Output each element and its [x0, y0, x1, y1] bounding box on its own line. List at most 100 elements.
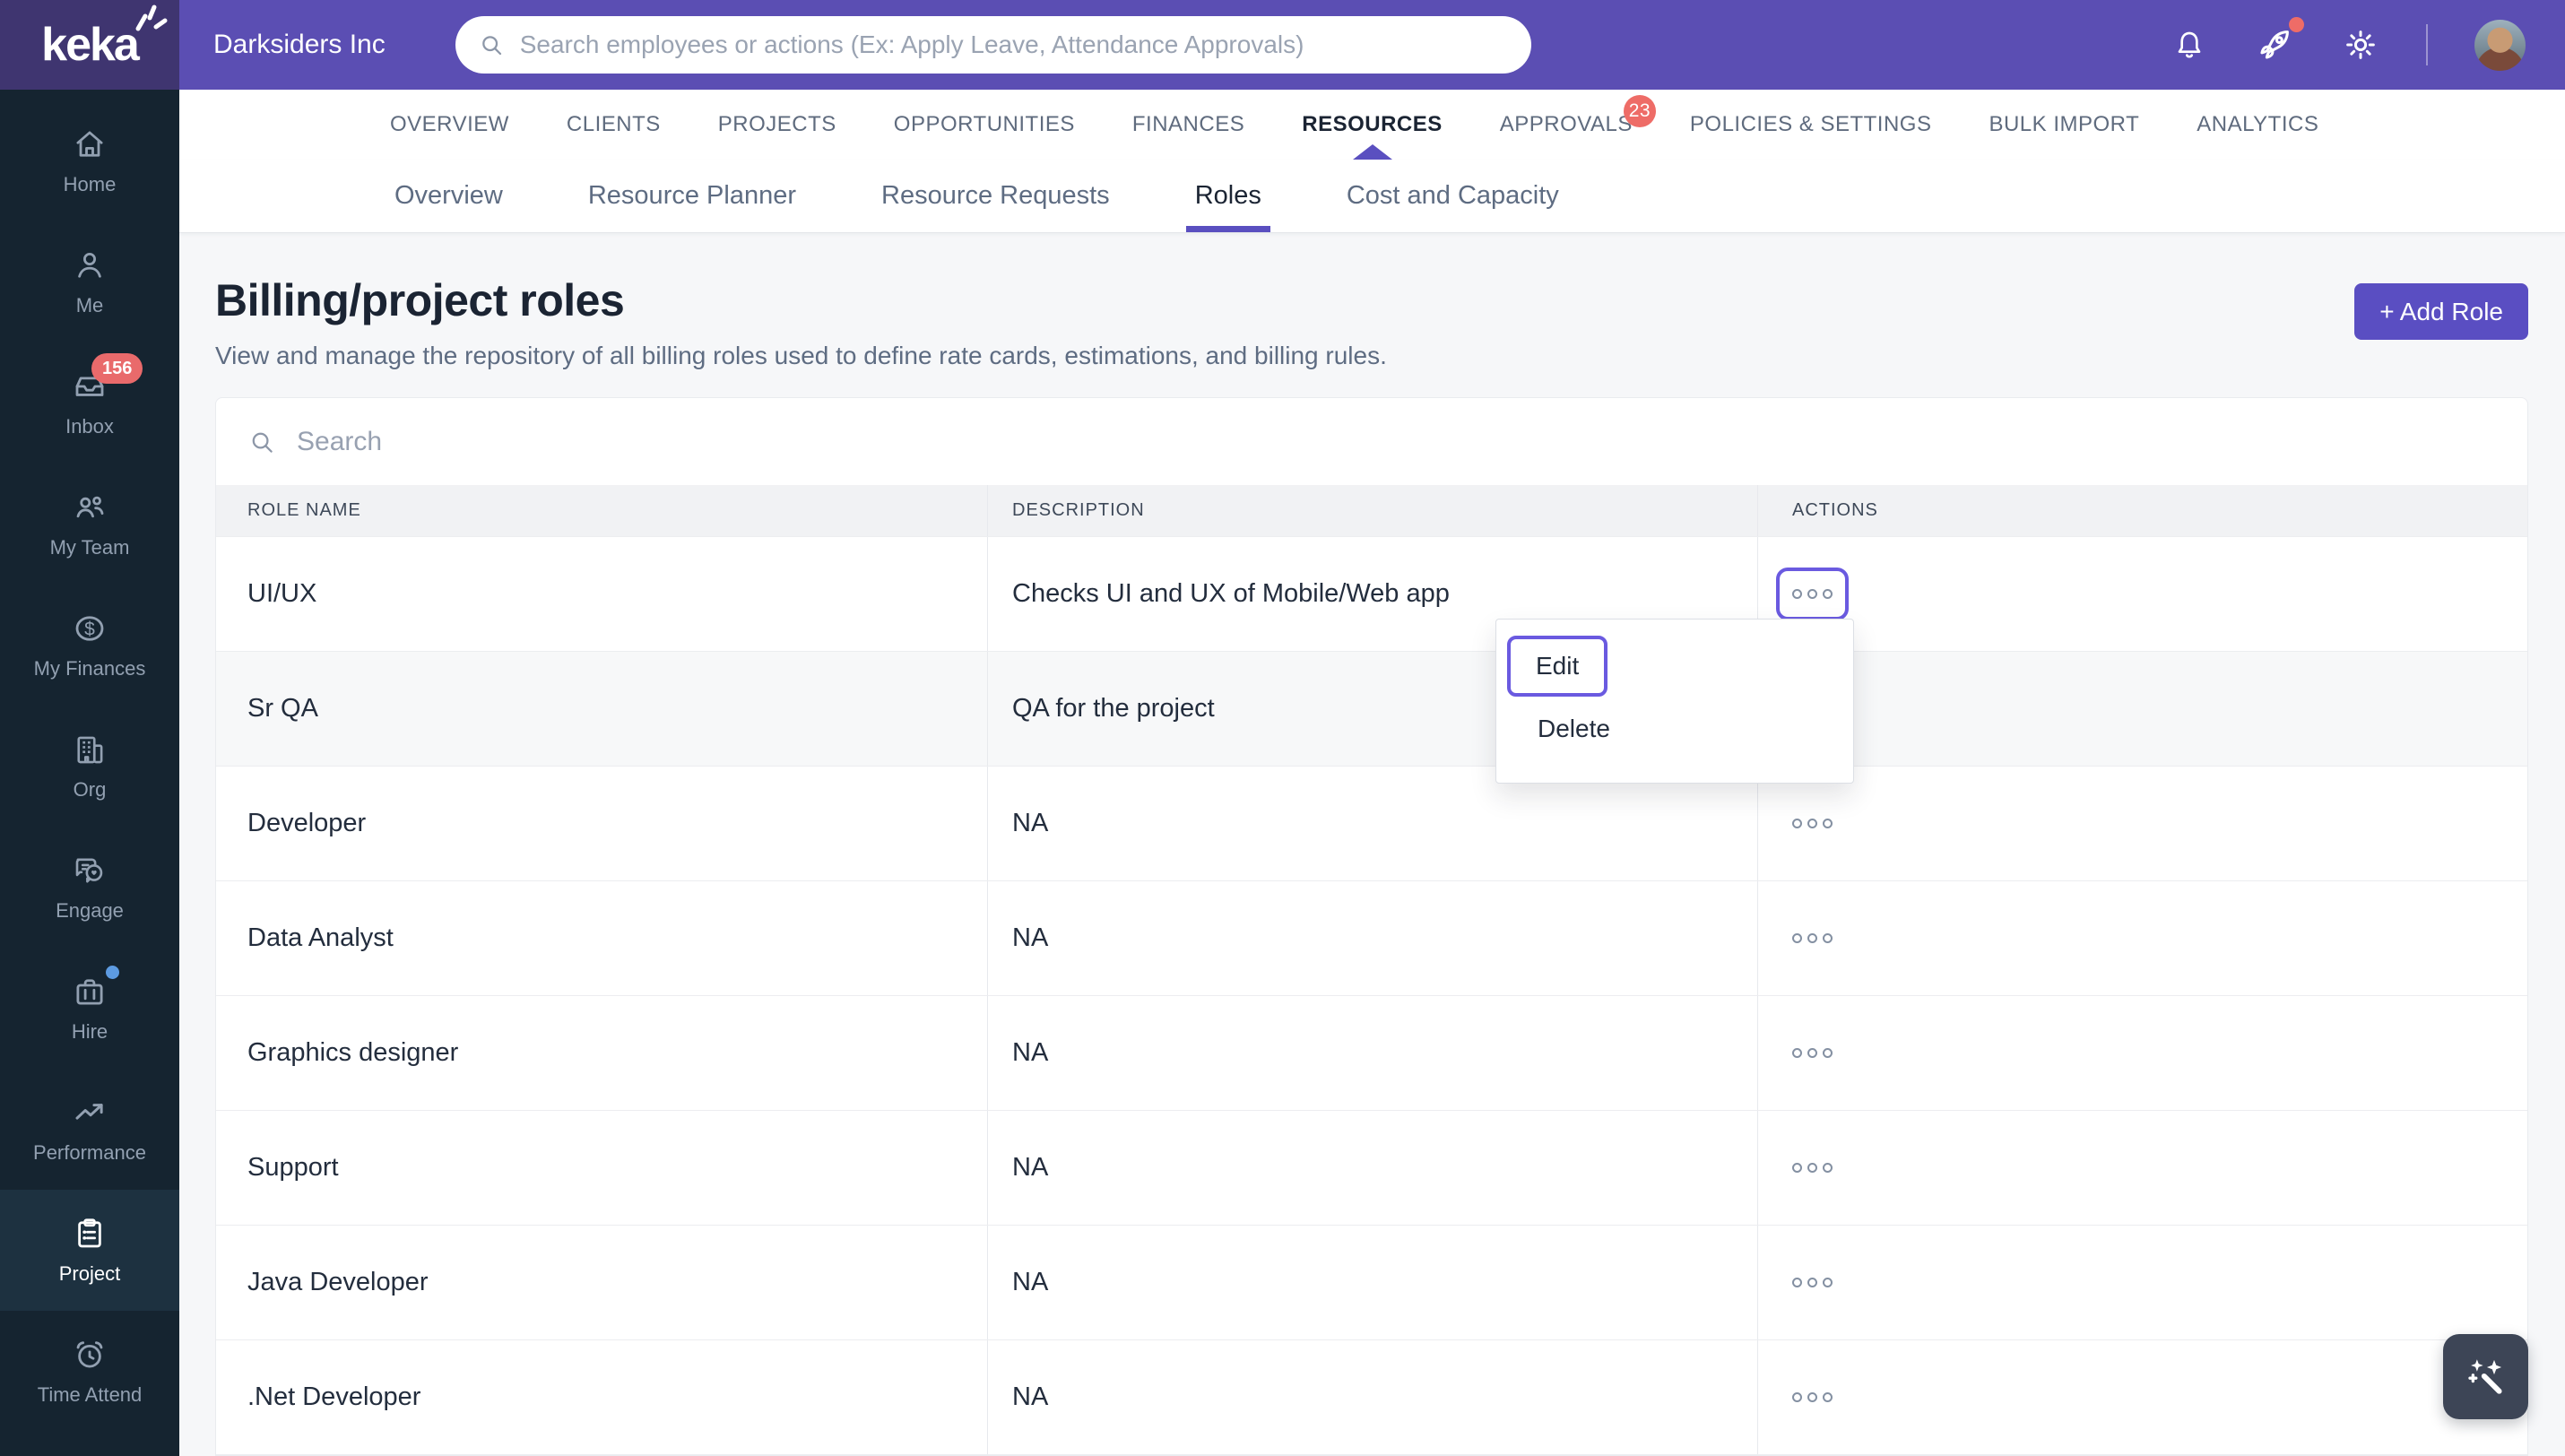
- table-row: Sr QA QA for the project: [216, 651, 2527, 766]
- tab-label: RESOURCES: [1302, 112, 1443, 136]
- column-header-role-name: ROLE NAME: [247, 500, 361, 520]
- description-cell: NA: [987, 996, 1757, 1110]
- sidebar-item-label: Time Attend: [37, 1383, 143, 1406]
- tab-projects[interactable]: PROJECTS: [718, 90, 836, 160]
- tab-label: BULK IMPORT: [1989, 112, 2140, 136]
- sidebar-item-me[interactable]: Me: [0, 221, 179, 342]
- sidebar-item-inbox[interactable]: Inbox 156: [0, 342, 179, 464]
- tab-label: ANALYTICS: [2197, 112, 2319, 136]
- magic-wand-fab[interactable]: [2443, 1334, 2528, 1419]
- rocket-icon: [2260, 30, 2289, 59]
- keka-logo[interactable]: keka: [0, 0, 179, 90]
- subtab-overview[interactable]: Overview: [394, 160, 503, 232]
- sidebar-item-home[interactable]: Home: [0, 100, 179, 221]
- tab-resources[interactable]: RESOURCES: [1302, 90, 1443, 160]
- row-actions-button-focused[interactable]: [1776, 568, 1849, 620]
- role-name-cell: .Net Developer: [247, 1382, 421, 1411]
- sidebar-item-my-team[interactable]: My Team: [0, 464, 179, 585]
- settings-gear-button[interactable]: [2342, 26, 2379, 64]
- tab-label: POLICIES & SETTINGS: [1689, 112, 1932, 136]
- company-name: Darksiders Inc: [213, 30, 386, 59]
- row-actions-button[interactable]: [1792, 933, 1833, 943]
- sidebar-item-time-attend[interactable]: Time Attend: [0, 1311, 179, 1432]
- subtab-cost-and-capacity[interactable]: Cost and Capacity: [1347, 160, 1559, 232]
- description-cell: NA: [987, 1111, 1757, 1225]
- subtab-roles[interactable]: Roles: [1185, 160, 1271, 232]
- tab-clients[interactable]: CLIENTS: [567, 90, 661, 160]
- alarm-icon: [76, 1341, 103, 1368]
- search-icon: [252, 432, 273, 453]
- topbar: keka Darksiders Inc: [0, 0, 2565, 90]
- row-actions-button[interactable]: [1792, 1392, 1833, 1402]
- user-avatar[interactable]: [2474, 19, 2526, 71]
- sidebar-item-label: Me: [75, 294, 104, 316]
- whats-new-rocket-button[interactable]: [2254, 17, 2304, 65]
- trend-icon: [75, 1104, 103, 1120]
- row-actions-button[interactable]: [1792, 819, 1833, 828]
- table-search-input[interactable]: [297, 426, 2527, 457]
- sidebar-item-hire[interactable]: Hire: [0, 948, 179, 1069]
- bell-icon: [2178, 31, 2201, 58]
- table-header: ROLE NAME DESCRIPTION ACTIONS: [216, 485, 2527, 536]
- description-cell: NA: [987, 767, 1757, 880]
- chat-icon: [75, 858, 103, 883]
- sidebar-item-project[interactable]: Project: [0, 1190, 179, 1311]
- sidebar-item-my-finances[interactable]: $ My Finances: [0, 585, 179, 706]
- magic-wand-icon: [2467, 1358, 2502, 1394]
- notifications-bell-button[interactable]: [2171, 27, 2207, 63]
- subtab-label: Cost and Capacity: [1346, 181, 1559, 210]
- menu-item-delete[interactable]: Delete: [1538, 715, 1853, 743]
- role-name-cell: Support: [247, 1153, 339, 1182]
- role-name-cell: Graphics designer: [247, 1038, 459, 1067]
- role-name-cell: UI/UX: [247, 579, 317, 608]
- tab-approvals[interactable]: APPROVALS 23: [1499, 90, 1656, 160]
- tab-policies-settings[interactable]: POLICIES & SETTINGS: [1690, 90, 1932, 160]
- table-row: Java Developer NA: [216, 1225, 2527, 1339]
- subtab-label: Overview: [394, 181, 503, 210]
- tab-overview[interactable]: OVERVIEW: [390, 90, 509, 160]
- dollar-icon: $: [75, 616, 104, 641]
- column-header-actions: ACTIONS: [1757, 485, 2527, 536]
- menu-item-edit[interactable]: Edit: [1507, 636, 1608, 697]
- sidebar-item-engage[interactable]: Engage: [0, 827, 179, 948]
- table-row-partial: [216, 1454, 2527, 1455]
- tab-finances[interactable]: FINANCES: [1132, 90, 1244, 160]
- column-header-description: DESCRIPTION: [987, 485, 1757, 536]
- sidebar-item-performance[interactable]: Performance: [0, 1069, 179, 1190]
- row-actions-button[interactable]: [1792, 1278, 1833, 1287]
- tab-opportunities[interactable]: OPPORTUNITIES: [894, 90, 1075, 160]
- table-row: Graphics designer NA: [216, 995, 2527, 1110]
- clipboard-icon: [78, 1218, 101, 1248]
- global-search-input[interactable]: [519, 30, 1510, 59]
- sidebar-item-label: Performance: [33, 1141, 146, 1164]
- sidebar-item-org[interactable]: Org: [0, 706, 179, 827]
- row-actions-button[interactable]: [1792, 1163, 1833, 1173]
- team-icon: [76, 496, 104, 518]
- user-icon: [78, 253, 101, 278]
- subtab-resource-requests[interactable]: Resource Requests: [881, 160, 1110, 232]
- subtab-resource-planner[interactable]: Resource Planner: [588, 160, 796, 232]
- tab-label: APPROVALS: [1499, 112, 1633, 136]
- main-nav: OVERVIEW CLIENTS PROJECTS OPPORTUNITIES …: [179, 90, 2565, 160]
- row-actions-button[interactable]: [1792, 1048, 1833, 1058]
- inbox-count-badge: 156: [91, 353, 143, 384]
- description-cell: NA: [987, 1226, 1757, 1339]
- sidebar-item-label: Home: [63, 173, 117, 195]
- tab-label: CLIENTS: [566, 112, 661, 136]
- tab-analytics[interactable]: ANALYTICS: [2197, 90, 2318, 160]
- tab-bulk-import[interactable]: BULK IMPORT: [1989, 90, 2139, 160]
- row-actions-context-menu: Edit Delete: [1495, 619, 1854, 784]
- gear-icon: [2346, 30, 2375, 59]
- table-row: UI/UX Checks UI and UX of Mobile/Web app: [216, 536, 2527, 651]
- table-search[interactable]: [216, 398, 2527, 485]
- logo-spark-icon: [135, 4, 168, 31]
- role-name-cell: Java Developer: [247, 1268, 429, 1296]
- sidebar: Home Me Inbox 156 My Team $ My Finances …: [0, 90, 179, 1456]
- active-tab-indicator: [1352, 144, 1392, 160]
- tab-label: OPPORTUNITIES: [893, 112, 1075, 136]
- table-row: .Net Developer NA: [216, 1339, 2527, 1454]
- global-search[interactable]: [455, 16, 1531, 74]
- add-role-button[interactable]: + Add Role: [2354, 283, 2528, 340]
- table-row: Data Analyst NA: [216, 880, 2527, 995]
- hire-notification-dot: [106, 966, 119, 979]
